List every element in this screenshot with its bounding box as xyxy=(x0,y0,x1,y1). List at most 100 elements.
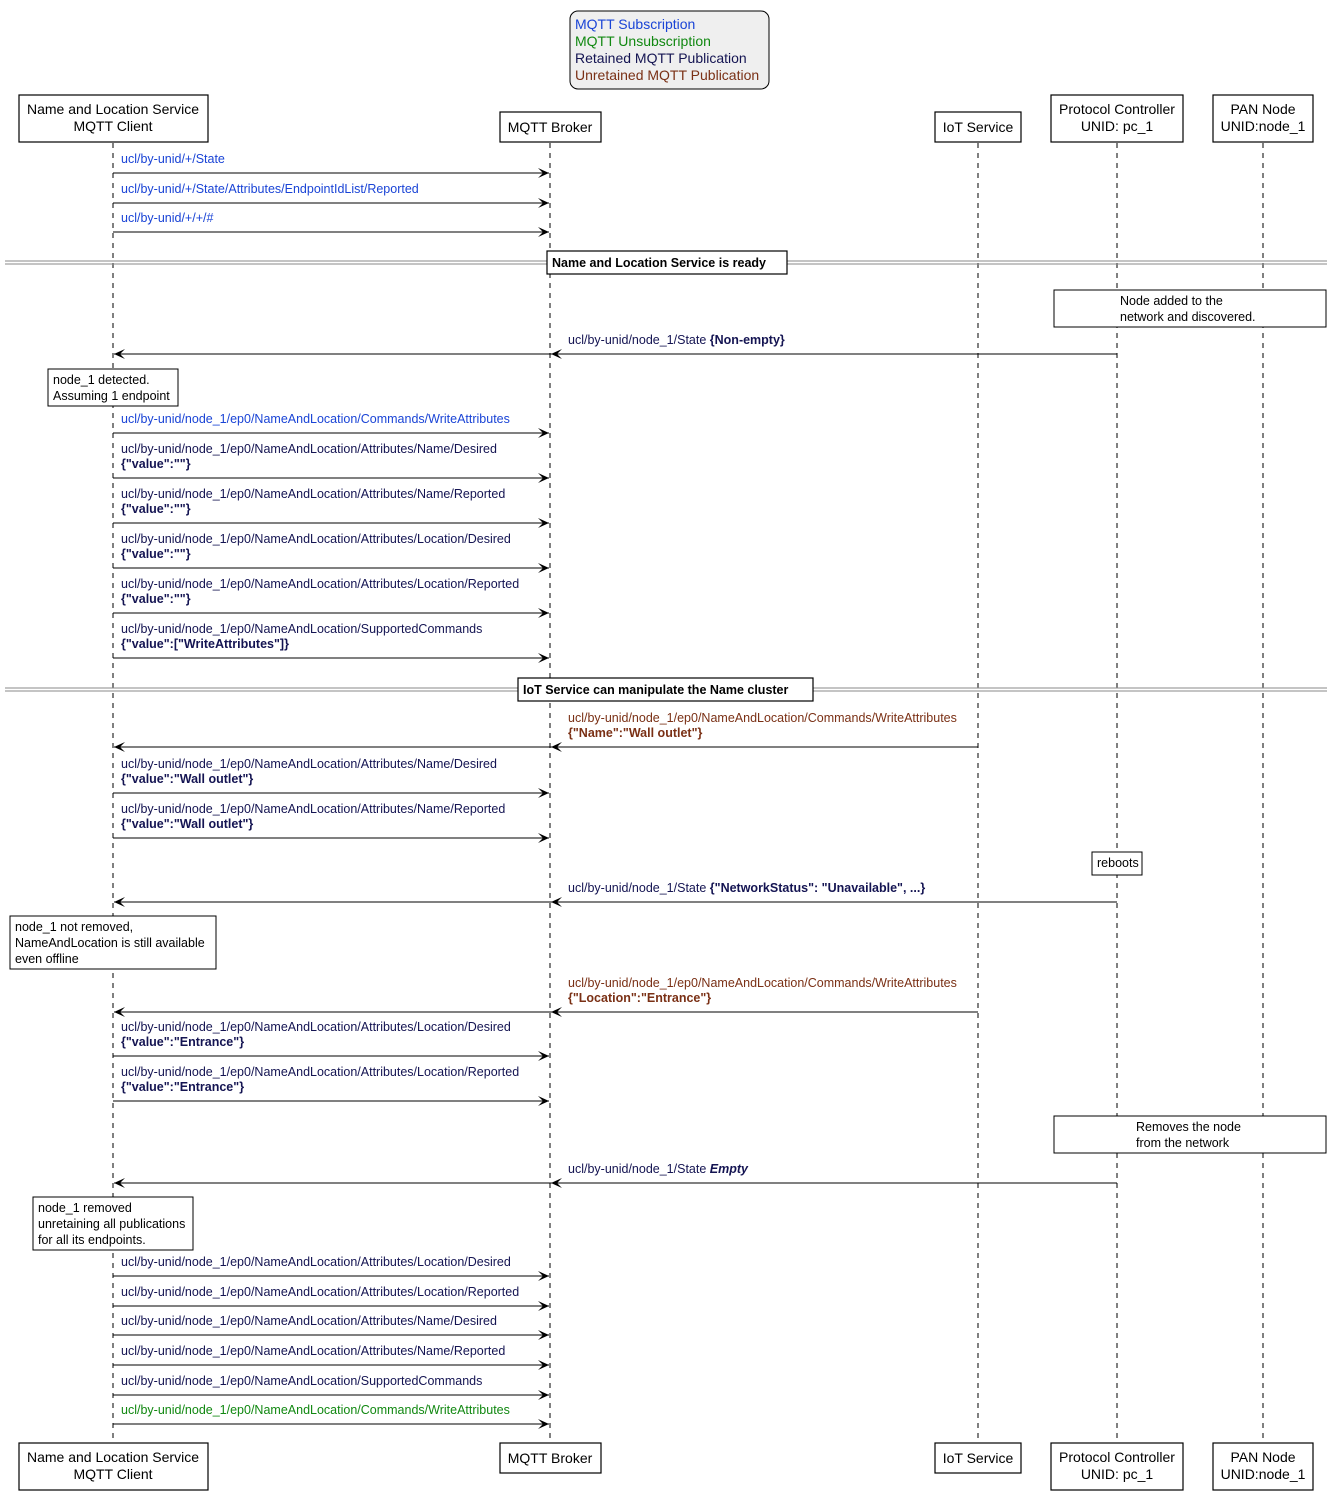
participant-label: IoT Service xyxy=(943,1450,1014,1466)
message-ret[interactable]: ucl/by-unid/node_1/ep0/NameAndLocation/A… xyxy=(113,802,549,843)
message-payload: {"NetworkStatus": "Unavailable", ...} xyxy=(710,881,926,895)
message-label: ucl/by-unid/node_1/State {"NetworkStatus… xyxy=(568,881,925,895)
note-text: Node added to the xyxy=(1120,294,1223,308)
participant-label: MQTT Client xyxy=(73,118,152,134)
message-label: {"value":""} xyxy=(121,502,191,516)
note-text: unretaining all publications xyxy=(38,1217,185,1231)
participant-broker-top[interactable]: MQTT Broker xyxy=(499,111,602,143)
message-label: ucl/by-unid/node_1/ep0/NameAndLocation/S… xyxy=(121,622,482,636)
participant-label: Protocol Controller xyxy=(1059,1449,1175,1465)
message-payload: {"value":["WriteAttributes"]} xyxy=(121,637,289,651)
message-ret[interactable]: ucl/by-unid/node_1/ep0/NameAndLocation/A… xyxy=(113,1255,549,1281)
note-text: Removes the node xyxy=(1136,1120,1241,1134)
message-ret[interactable]: ucl/by-unid/node_1/State Empty xyxy=(114,1162,1117,1188)
note-text: network and discovered. xyxy=(1120,310,1256,324)
message-topic: ucl/by-unid/node_1/ep0/NameAndLocation/C… xyxy=(568,976,957,990)
message-topic: ucl/by-unid/node_1/ep0/NameAndLocation/S… xyxy=(121,622,482,636)
message-ret[interactable]: ucl/by-unid/node_1/ep0/NameAndLocation/A… xyxy=(113,532,549,573)
participant-label: Protocol Controller xyxy=(1059,101,1175,117)
participant-iot-top[interactable]: IoT Service xyxy=(934,111,1022,143)
message-label: ucl/by-unid/node_1/ep0/NameAndLocation/A… xyxy=(121,577,519,591)
message-ret[interactable]: ucl/by-unid/node_1/ep0/NameAndLocation/A… xyxy=(113,757,549,798)
message-ret[interactable]: ucl/by-unid/node_1/ep0/NameAndLocation/A… xyxy=(113,1285,549,1311)
message-label: ucl/by-unid/node_1/ep0/NameAndLocation/A… xyxy=(121,1065,519,1079)
divider-label: IoT Service can manipulate the Name clus… xyxy=(523,683,789,697)
note: reboots xyxy=(1091,851,1143,876)
message-topic: ucl/by-unid/node_1/ep0/NameAndLocation/A… xyxy=(121,532,511,546)
message-payload: {"value":"Entrance"} xyxy=(121,1035,244,1049)
message-payload: {"value":""} xyxy=(121,457,191,471)
message-topic: ucl/by-unid/+/State/Attributes/EndpointI… xyxy=(121,182,419,196)
message-label: ucl/by-unid/node_1/ep0/NameAndLocation/C… xyxy=(121,412,510,426)
participant-pan-bottom[interactable]: PAN NodeUNID:node_1 xyxy=(1212,1442,1314,1491)
message-label: ucl/by-unid/node_1/State Empty xyxy=(568,1162,749,1176)
message-label: ucl/by-unid/+/+/# xyxy=(121,211,213,225)
message-label: {"value":""} xyxy=(121,457,191,471)
message-ret[interactable]: ucl/by-unid/node_1/ep0/NameAndLocation/A… xyxy=(113,1065,549,1106)
message-label: {"Location":"Entrance"} xyxy=(568,991,711,1005)
legend-item-unsub: MQTT Unsubscription xyxy=(575,33,711,49)
message-label: {"value":"Entrance"} xyxy=(121,1035,244,1049)
participant-pc-bottom[interactable]: Protocol ControllerUNID: pc_1 xyxy=(1050,1442,1184,1491)
message-ret[interactable]: ucl/by-unid/node_1/ep0/NameAndLocation/A… xyxy=(113,1020,549,1061)
participant-pan-top[interactable]: PAN NodeUNID:node_1 xyxy=(1212,94,1314,143)
legend-item-unret: Unretained MQTT Publication xyxy=(575,67,759,83)
message-payload: {"value":""} xyxy=(121,502,191,516)
sequence-diagram: MQTT SubscriptionMQTT UnsubscriptionReta… xyxy=(5,10,1327,1491)
participant-broker-bottom[interactable]: MQTT Broker xyxy=(499,1442,602,1474)
message-topic: ucl/by-unid/+/State xyxy=(121,152,225,166)
message-topic: ucl/by-unid/node_1/ep0/NameAndLocation/A… xyxy=(121,1314,497,1328)
message-topic: ucl/by-unid/+/+/# xyxy=(121,211,213,225)
note: node_1 removed unretaining all publicatio… xyxy=(32,1196,194,1251)
message-ret[interactable]: ucl/by-unid/node_1/State {Non-empty} xyxy=(114,333,1117,359)
message-ret[interactable]: ucl/by-unid/node_1/ep0/NameAndLocation/A… xyxy=(113,577,549,618)
note: node_1 detected. Assuming 1 endpoint xyxy=(47,368,179,407)
message-topic: ucl/by-unid/node_1/ep0/NameAndLocation/C… xyxy=(121,412,510,426)
note-text: from the network xyxy=(1136,1136,1230,1150)
participant-headers-bottom: Name and Location ServiceMQTT Client MQTT… xyxy=(18,1442,1314,1491)
message-sub[interactable]: ucl/by-unid/+/State/Attributes/EndpointI… xyxy=(113,182,549,208)
message-topic: ucl/by-unid/node_1/State xyxy=(568,333,710,347)
message-label: {"Name":"Wall outlet"} xyxy=(568,726,703,740)
message-ret[interactable]: ucl/by-unid/node_1/State {"NetworkStatus… xyxy=(114,881,1117,907)
participant-label: UNID:node_1 xyxy=(1221,1466,1306,1482)
message-payload: {"value":"Entrance"} xyxy=(121,1080,244,1094)
message-topic: ucl/by-unid/node_1/ep0/NameAndLocation/A… xyxy=(121,1065,519,1079)
message-payload: Empty xyxy=(710,1162,749,1176)
message-sub[interactable]: ucl/by-unid/+/+/# xyxy=(113,211,549,237)
message-topic: ucl/by-unid/node_1/State xyxy=(568,881,710,895)
message-ret[interactable]: ucl/by-unid/node_1/ep0/NameAndLocation/A… xyxy=(113,1314,549,1340)
message-label: ucl/by-unid/node_1/ep0/NameAndLocation/A… xyxy=(121,1314,497,1328)
message-label: ucl/by-unid/node_1/ep0/NameAndLocation/A… xyxy=(121,1344,505,1358)
message-label: {"value":"Entrance"} xyxy=(121,1080,244,1094)
message-topic: ucl/by-unid/node_1/ep0/NameAndLocation/S… xyxy=(121,1374,482,1388)
note-text: reboots xyxy=(1097,856,1139,870)
message-topic: ucl/by-unid/node_1/State xyxy=(568,1162,710,1176)
message-ret[interactable]: ucl/by-unid/node_1/ep0/NameAndLocation/A… xyxy=(113,487,549,528)
message-unsub[interactable]: ucl/by-unid/node_1/ep0/NameAndLocation/C… xyxy=(113,1403,549,1429)
participant-nls-top[interactable]: Name and Location ServiceMQTT Client xyxy=(18,94,209,143)
message-sub[interactable]: ucl/by-unid/node_1/ep0/NameAndLocation/C… xyxy=(113,412,549,438)
message-topic: ucl/by-unid/node_1/ep0/NameAndLocation/C… xyxy=(568,711,957,725)
message-unret[interactable]: ucl/by-unid/node_1/ep0/NameAndLocation/C… xyxy=(114,976,978,1017)
participant-nls-bottom[interactable]: Name and Location ServiceMQTT Client xyxy=(18,1442,209,1491)
message-payload: {"Location":"Entrance"} xyxy=(568,991,711,1005)
section-divider: Name and Location Service is ready xyxy=(5,250,1327,275)
message-unret[interactable]: ucl/by-unid/node_1/ep0/NameAndLocation/C… xyxy=(114,711,978,752)
message-ret[interactable]: ucl/by-unid/node_1/ep0/NameAndLocation/A… xyxy=(113,1344,549,1370)
message-topic: ucl/by-unid/node_1/ep0/NameAndLocation/A… xyxy=(121,487,505,501)
note-text: NameAndLocation is still available xyxy=(15,936,205,950)
message-label: ucl/by-unid/node_1/State {Non-empty} xyxy=(568,333,785,347)
message-ret[interactable]: ucl/by-unid/node_1/ep0/NameAndLocation/S… xyxy=(113,1374,549,1400)
participant-label: UNID: pc_1 xyxy=(1081,118,1154,134)
note: Node added to the network and discovered. xyxy=(1053,289,1327,328)
participant-iot-bottom[interactable]: IoT Service xyxy=(934,1442,1022,1474)
legend-item-ret: Retained MQTT Publication xyxy=(575,50,747,66)
message-payload: {Non-empty} xyxy=(710,333,785,347)
participant-pc-top[interactable]: Protocol ControllerUNID: pc_1 xyxy=(1050,94,1184,143)
message-sub[interactable]: ucl/by-unid/+/State xyxy=(113,152,549,178)
note-text: node_1 not removed, xyxy=(15,920,133,934)
message-ret[interactable]: ucl/by-unid/node_1/ep0/NameAndLocation/S… xyxy=(113,622,549,663)
message-ret[interactable]: ucl/by-unid/node_1/ep0/NameAndLocation/A… xyxy=(113,442,549,483)
message-label: ucl/by-unid/node_1/ep0/NameAndLocation/A… xyxy=(121,1255,511,1269)
